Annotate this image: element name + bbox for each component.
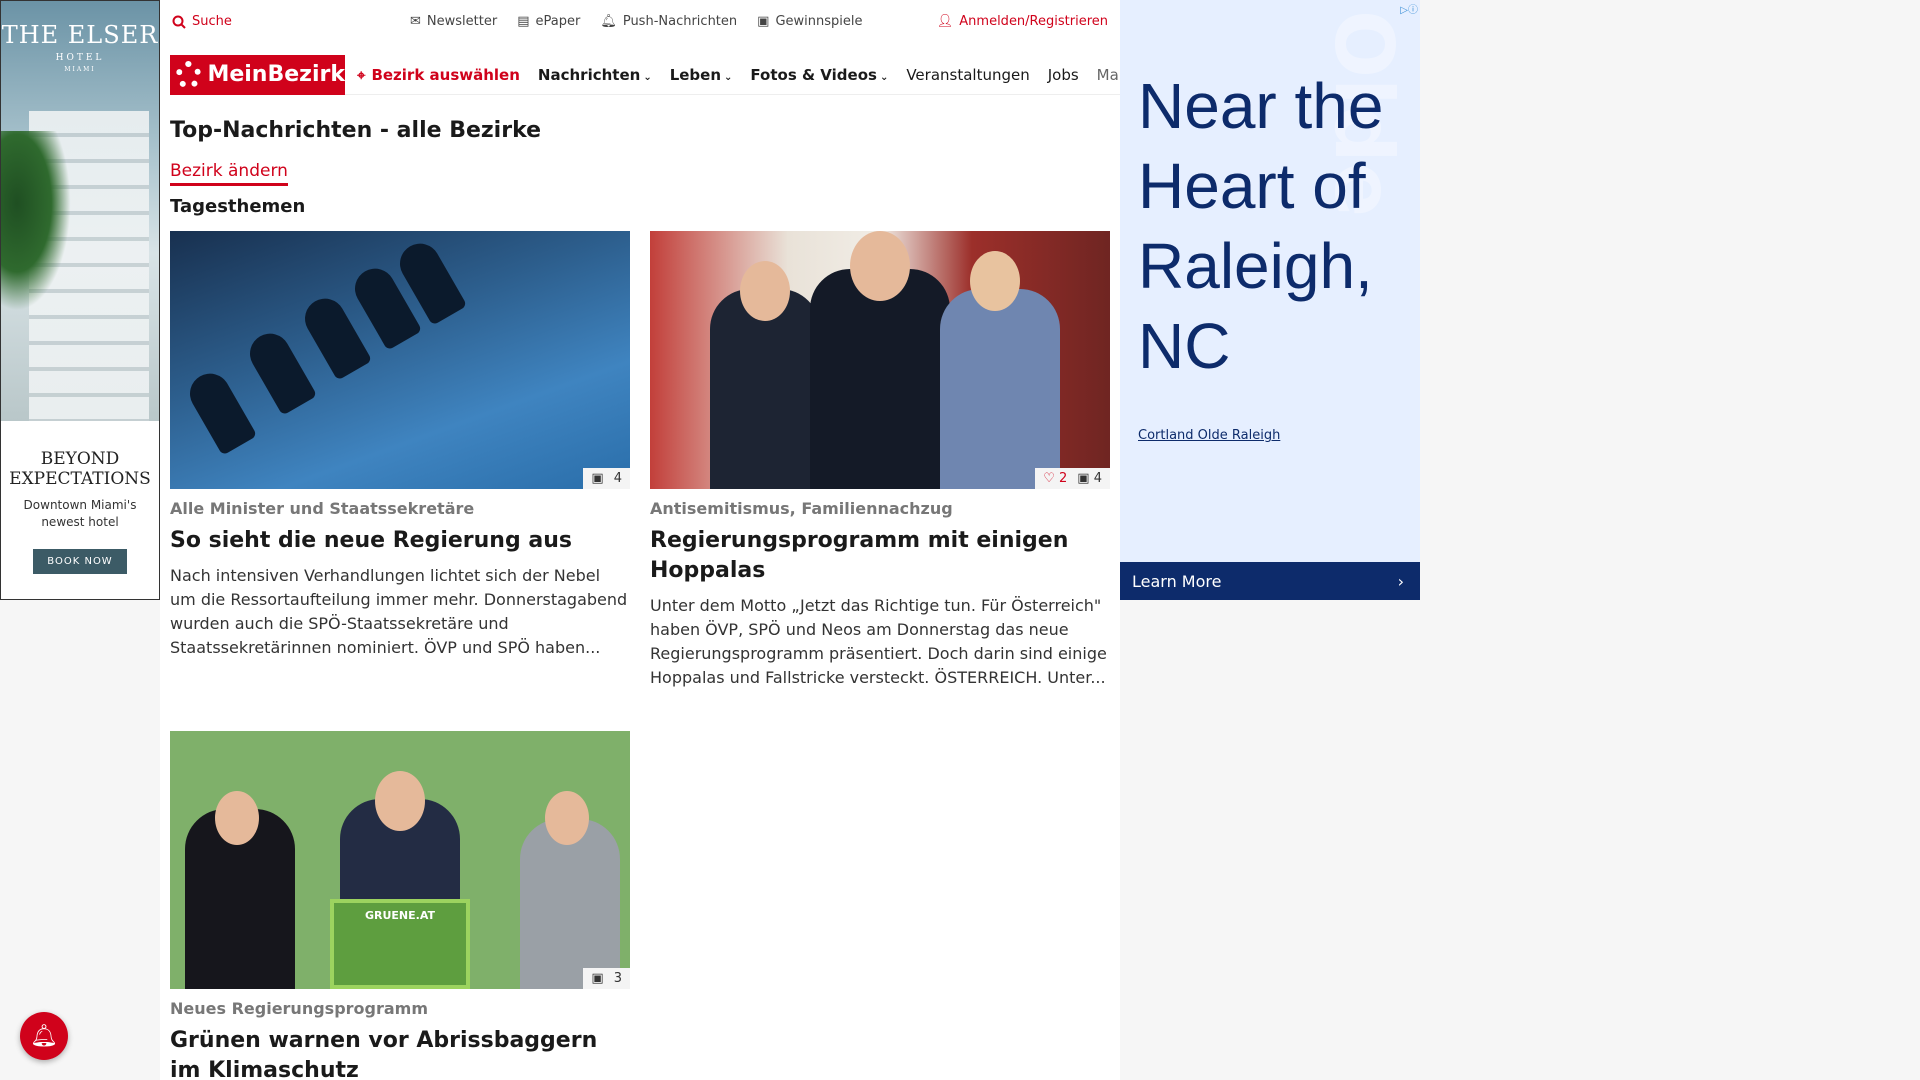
article-teaser: Nach intensiven Verhandlungen lichtet si… (170, 566, 628, 657)
engagement-badge: ♡ 2 ▣ 4 (1035, 468, 1110, 489)
photo-count-badge: ▣ 4 (583, 468, 630, 489)
article-card[interactable]: ▣ 4 Alle Minister und Staatssekretäre So … (170, 231, 630, 660)
article-image[interactable]: ♡ 2 ▣ 4 (650, 231, 1110, 489)
newsletter-label: Newsletter (426, 14, 498, 29)
ad-brand-city: MIAMI (64, 66, 96, 73)
left-ad[interactable]: ▷ⓘ THE ELSER HOTEL MIAMI BEYOND EXPECTAT… (0, 0, 160, 600)
location-pin-icon: ⌖ (357, 65, 366, 84)
article-teaser: Unter dem Motto „Jetzt das Richtige tun.… (650, 596, 1107, 687)
mail-icon: ✉ (410, 14, 421, 29)
photo-count: 4 (1093, 471, 1102, 486)
learn-more-label: Learn More (1132, 571, 1222, 591)
article-card[interactable]: ♡ 2 ▣ 4 Antisemitismus, Familiennachzug … (650, 231, 1110, 690)
ad-copy: Downtown Miami's newest hotel (23, 498, 137, 529)
nav-item-nachrichten[interactable]: Nachrichten ⌄ (538, 66, 652, 84)
like-count: 2 (1059, 471, 1068, 486)
bell-icon: 🔔︎ (30, 1023, 58, 1049)
site-logo[interactable]: MeinBezirk (170, 54, 345, 95)
ad-headline: BEYOND EXPECTATIONS (9, 449, 151, 489)
top-bar: Suche ✉ Newsletter ▤ ePaper 🔔︎ Push-Nachric… (160, 0, 1120, 46)
search-label: Suche (192, 14, 232, 29)
nav-item-veranstaltungen[interactable]: Veranstaltungen (906, 66, 1029, 84)
photo-count: 4 (613, 471, 622, 486)
article-image[interactable]: ▣ 4 (170, 231, 630, 489)
ad-headline: Near the Heart of Raleigh, NC (1138, 70, 1384, 382)
podium: GRUENE.AT (330, 899, 470, 989)
nav-item-jobs[interactable]: Jobs (1048, 66, 1079, 84)
gewinnspiele-link[interactable]: ▣ Gewinnspiele (757, 14, 862, 29)
article-title[interactable]: Grünen warnen vor Abrissbaggern im Klima… (170, 1026, 630, 1080)
newspaper-icon: ▤ (517, 14, 530, 29)
right-ad[interactable]: Olde ▷ⓘ Near the Heart of Raleigh, NC Co… (1120, 0, 1420, 600)
chevron-down-icon: ⌄ (879, 71, 889, 83)
ad-choices-icon[interactable]: ▷ⓘ (1400, 1, 1418, 16)
camera-icon: ▣ (1077, 471, 1090, 486)
epaper-label: ePaper (535, 14, 581, 29)
learn-more-button[interactable]: Learn More › (1120, 562, 1420, 600)
chevron-right-icon: › (1397, 571, 1404, 591)
main-nav: MeinBezirk ⌖ Bezirk auswählen Nachrichten… (170, 54, 1120, 95)
search-link[interactable]: Suche (172, 14, 232, 29)
article-title[interactable]: So sieht die neue Regierung aus (170, 526, 630, 556)
change-district-link[interactable]: Bezirk ändern (170, 161, 288, 186)
search-icon (172, 15, 186, 29)
article-kicker: Antisemitismus, Familiennachzug (650, 499, 953, 518)
bell-icon: 🔔︎ (600, 14, 617, 29)
nav-label: Fotos & Videos (750, 65, 877, 84)
nav-item-leben[interactable]: Leben ⌄ (670, 66, 733, 84)
ad-brand-sub: HOTEL (55, 53, 105, 63)
article-image[interactable]: GRUENE.AT ▣ 3 (170, 731, 630, 989)
ad-book-button[interactable]: BOOK NOW (33, 549, 127, 574)
ad-brand: THE ELSER (1, 21, 159, 49)
nav-item-marktplatz[interactable]: Marktplatz (1097, 66, 1120, 84)
chevron-down-icon: ⌄ (643, 71, 652, 83)
select-district-label: Bezirk auswählen (371, 65, 520, 84)
article-grid: ▣ 4 Alle Minister und Staatssekretäre So … (170, 231, 1110, 1080)
camera-icon: ▣ (591, 971, 604, 986)
main-column: Suche ✉ Newsletter ▤ ePaper 🔔︎ Push-Nachric… (160, 0, 1120, 1080)
article-title[interactable]: Regierungsprogramm mit einigen Hoppalas (650, 526, 1110, 586)
article-kicker: Neues Regierungsprogramm (170, 999, 429, 1018)
gewinnspiele-label: Gewinnspiele (775, 14, 863, 29)
nav-label: Nachrichten (537, 65, 641, 84)
ad-advertiser-link[interactable]: Cortland Olde Raleigh (1138, 428, 1280, 443)
article-card[interactable]: GRUENE.AT ▣ 3 Neues Regierungsprogramm Gr… (170, 731, 630, 1080)
user-icon: 👤︎ (936, 14, 954, 29)
login-link[interactable]: 👤︎ Anmelden/Registrieren (937, 14, 1108, 29)
heart-icon[interactable]: ♡ 2 (1043, 471, 1067, 486)
photo-count-badge: ▣ 3 (583, 968, 630, 989)
newsletter-link[interactable]: ✉ Newsletter (410, 14, 497, 29)
logo-text: MeinBezirk (207, 62, 345, 87)
gift-icon: ▣ (757, 14, 770, 29)
top-links: ✉ Newsletter ▤ ePaper 🔔︎ Push-Nachrichten ▣… (410, 14, 862, 29)
logo-sun-icon (176, 60, 202, 89)
push-label: Push-Nachrichten (622, 14, 738, 29)
page: ▷ⓘ THE ELSER HOTEL MIAMI BEYOND EXPECTAT… (0, 0, 1920, 1080)
camera-icon: ▣ (591, 471, 604, 486)
epaper-link[interactable]: ▤ ePaper (517, 14, 580, 29)
chevron-down-icon: ⌄ (724, 71, 733, 83)
photo-count: 3 (613, 971, 622, 986)
ad-hotel-photo: THE ELSER HOTEL MIAMI (1, 1, 159, 421)
select-district-button[interactable]: ⌖ Bezirk auswählen (357, 66, 520, 84)
article-kicker: Alle Minister und Staatssekretäre (170, 499, 475, 518)
nav-label: Leben (669, 65, 722, 84)
push-link[interactable]: 🔔︎ Push-Nachrichten (600, 14, 737, 29)
page-title: Top-Nachrichten - alle Bezirke (170, 118, 542, 143)
notification-bell-button[interactable]: 🔔︎ (20, 1012, 68, 1060)
content: Top-Nachrichten - alle Bezirke Bezirk än… (170, 118, 1110, 1080)
nav-item-fotos-videos[interactable]: Fotos & Videos ⌄ (750, 66, 888, 84)
section-title: Tagesthemen (170, 196, 306, 217)
login-label: Anmelden/Registrieren (959, 14, 1108, 29)
